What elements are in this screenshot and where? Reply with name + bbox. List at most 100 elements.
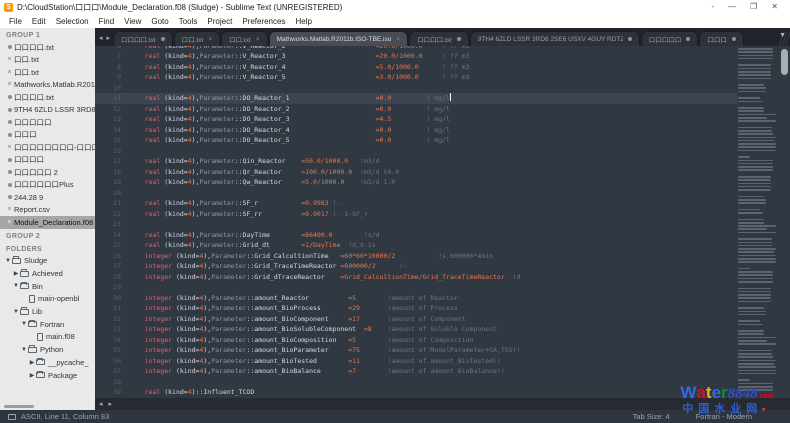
minimap-line	[738, 231, 776, 234]
code-line-text: integer (kind=4),Parameter::amount_BioPa…	[144, 346, 521, 354]
open-file-item[interactable]: 口口口口.txt	[0, 91, 95, 104]
minimize-button[interactable]: —	[728, 2, 736, 12]
vertical-scrollbar-thumb[interactable]	[781, 49, 788, 75]
menu-selection[interactable]: Selection	[51, 17, 94, 26]
open-file-item[interactable]: 口口口口	[0, 154, 95, 167]
tab-overflow-dropdown-icon[interactable]: ▼	[779, 32, 786, 39]
chevron-down-icon[interactable]: ▼	[20, 321, 28, 327]
open-file-item[interactable]: × 口口.txt	[0, 66, 95, 79]
open-file-item[interactable]: × 口口.txt	[0, 54, 95, 67]
file-close-icon[interactable]: ×	[5, 218, 14, 227]
menu-help[interactable]: Help	[290, 17, 316, 26]
file-close-icon[interactable]: ×	[5, 205, 14, 214]
open-file-item[interactable]: 244.28 9	[0, 191, 95, 204]
file-modified-dot-icon	[7, 45, 12, 50]
tab-6[interactable]: 口口口口口	[640, 31, 699, 46]
code-line-35: 35 integer (kind=4),Parameter::amount_Bi…	[113, 346, 521, 354]
tree-item-fortran[interactable]: ▼ Fortran	[0, 318, 95, 331]
file-close-icon[interactable]: ×	[5, 68, 14, 77]
close-button[interactable]: ✕	[771, 2, 778, 12]
tree-item-lib[interactable]: ▼ Lib	[0, 305, 95, 318]
minimap-line	[738, 182, 772, 185]
tab-3[interactable]: Mathworks.Matlab.R2011b.ISO-TBE.iso ×	[268, 31, 409, 46]
tree-item-package[interactable]: ▶ Package	[0, 369, 95, 382]
chevron-down-icon[interactable]: ▼	[4, 258, 12, 264]
menu-view[interactable]: View	[119, 17, 146, 26]
minimap-line	[738, 277, 774, 280]
menu-file[interactable]: File	[4, 17, 27, 26]
tab-close-icon[interactable]: ×	[256, 36, 260, 43]
open-file-item[interactable]: ×Mathworks.Matlab.R2011b.ISO-TBE.iso	[0, 79, 95, 92]
open-file-item[interactable]: 口口口	[0, 129, 95, 142]
vertical-scrollbar[interactable]	[779, 46, 790, 398]
file-close-icon[interactable]: ×	[5, 80, 14, 89]
code-line-23: 23	[95, 219, 737, 230]
tab-close-icon[interactable]: ×	[208, 36, 212, 43]
tab-label: 口口口	[707, 37, 727, 44]
tab-close-icon[interactable]: ×	[396, 36, 400, 43]
pin-icon[interactable]: -	[711, 2, 714, 12]
code-line-11: 11 real (kind=4),Parameter::DO_Reactor_1…	[95, 93, 737, 104]
chevron-right-icon[interactable]: ▶	[28, 359, 36, 366]
code-line-text: real (kind=4),Parameter::V_Reactor_5 =3.…	[144, 73, 470, 81]
chevron-down-icon[interactable]: ▼	[20, 347, 28, 353]
tree-item-main.f08[interactable]: main.f08	[0, 331, 95, 344]
minimap-line	[738, 244, 773, 247]
open-file-item[interactable]: 口口口口口	[0, 116, 95, 129]
menu-tools[interactable]: Tools	[174, 17, 203, 26]
status-panel-icon[interactable]	[8, 413, 16, 420]
chevron-down-icon[interactable]: ▼	[12, 283, 20, 289]
tab-0[interactable]: 口口口口.txt	[112, 31, 173, 46]
tab-size-status[interactable]: Tab Size: 4	[633, 412, 670, 421]
minimap-line	[738, 139, 774, 142]
code-line-21: 21 real (kind=4),Parameter::SF_r =0.9983…	[113, 199, 341, 207]
code-line-text: real (kind=4),Parameter::DO_Reactor_1 =0…	[144, 93, 451, 102]
file-close-icon[interactable]: ×	[5, 143, 14, 152]
tree-item-main-openbl[interactable]: main-openbl	[0, 293, 95, 306]
tab-2[interactable]: 口口.txt ×	[221, 31, 268, 46]
file-close-icon[interactable]: ×	[5, 55, 14, 64]
open-file-item[interactable]: × Report.csv	[0, 204, 95, 217]
open-file-item[interactable]: 口口口口.txt	[0, 41, 95, 54]
code-editor[interactable]: 6 real (kind=4),Parameter::V_Reactor_2 =…	[95, 46, 737, 398]
menu-find[interactable]: Find	[94, 17, 120, 26]
menu-edit[interactable]: Edit	[27, 17, 51, 26]
hscroll-arrows-icon[interactable]: ◂ ▸	[99, 400, 114, 408]
chevron-down-icon[interactable]: ▼	[12, 309, 20, 315]
menu-project[interactable]: Project	[202, 17, 237, 26]
code-line-38: 38	[95, 377, 737, 388]
tree-item-__pycache_[interactable]: ▶ __pycache_	[0, 356, 95, 369]
title-bar: S D:\CloudStation\口口口\Module_Declaration…	[0, 0, 790, 14]
open-file-item[interactable]: ×口口口口口口口口-口口口口.txt	[0, 141, 95, 154]
code-line-36: 36 integer (kind=4),Parameter::amount_Bi…	[113, 356, 501, 365]
tab-7[interactable]: 口口口	[699, 31, 744, 46]
chevron-right-icon[interactable]: ▶	[12, 270, 20, 277]
open-file-item[interactable]: 口口口口口口Plus	[0, 179, 95, 192]
minimap-line	[738, 143, 776, 145]
chevron-right-icon[interactable]: ▶	[28, 372, 36, 379]
menu-preferences[interactable]: Preferences	[237, 17, 290, 26]
code-line-text: real (kind=4),Parameter::V_Reactor_3 =20…	[144, 52, 470, 60]
minimap-line	[738, 169, 774, 171]
tree-item-label: Lib	[32, 307, 43, 317]
sidebar-hscrollbar[interactable]	[4, 405, 34, 408]
tab-1[interactable]: 口口.txt ×	[173, 31, 221, 46]
restore-button[interactable]: ❐	[750, 2, 757, 12]
code-line-text: real (kind=4),Parameter::Qw_Reactor =5.0…	[144, 178, 396, 186]
minimap-line	[738, 379, 750, 381]
tree-item-bin[interactable]: ▼ Bin	[0, 280, 95, 293]
tree-item-sludge[interactable]: ▼ Sludge	[0, 255, 95, 268]
tab-4[interactable]: 口口口口.txt	[409, 31, 469, 46]
menu-goto[interactable]: Goto	[146, 17, 173, 26]
open-file-item[interactable]: 口口口口口 2	[0, 166, 95, 179]
minimap[interactable]	[737, 46, 779, 398]
file-modified-dot-icon	[7, 107, 12, 112]
tree-item-python[interactable]: ▼ Python	[0, 343, 95, 356]
tab-5[interactable]: 9TH4 6ZLD LSSR 3RD8 2SE6 USXV 4GUY RDTZ	[469, 31, 640, 46]
open-file-item[interactable]: × Module_Declaration.f08	[0, 216, 95, 229]
tab-scroll-arrows[interactable]: ◂ ▸	[97, 34, 113, 46]
minimap-line	[738, 149, 776, 152]
tree-item-achieved[interactable]: ▶ Achieved	[0, 267, 95, 280]
open-file-item[interactable]: 9TH4 6ZLD LSSR 3RD8 2SE6 USXV 4GUY RDTZ	[0, 104, 95, 117]
